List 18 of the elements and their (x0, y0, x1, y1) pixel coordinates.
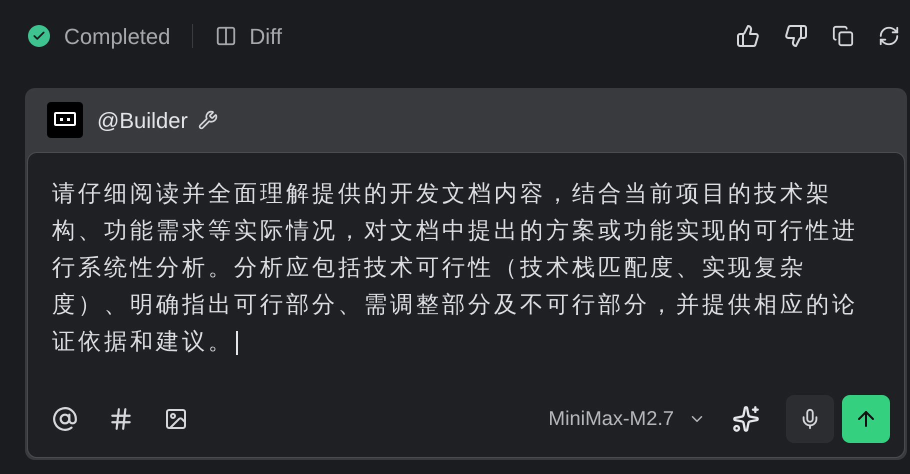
send-button[interactable] (842, 395, 890, 443)
thumbs-up-icon[interactable] (736, 24, 760, 48)
diff-button[interactable]: Diff (215, 20, 282, 52)
mic-button[interactable] (786, 395, 834, 443)
status-label: Completed (64, 22, 170, 51)
sparkle-icon[interactable] (732, 405, 760, 433)
copy-icon[interactable] (832, 25, 854, 47)
columns-icon (215, 25, 238, 47)
agent-name: @Builder (97, 106, 188, 134)
input-field[interactable]: 请仔细阅读并全面理解提供的开发文档内容，结合当前项目的技术架构、功能需求等实际情况，对文档中提出的方案或功能实现的可行性进行系统性分析。分析应包括技术可行性（技术栈匹配度、实现复杂度）、明确指出可行部分、需调整部分及不可行部分，并提供相应的论证依据和建议。 MiniMax-M2.7 (27, 152, 905, 458)
thumbs-down-icon[interactable] (784, 24, 808, 48)
tools-icon (198, 110, 218, 130)
mention-icon[interactable] (52, 406, 78, 432)
refresh-icon[interactable] (878, 25, 900, 47)
prompt-text: 请仔细阅读并全面理解提供的开发文档内容，结合当前项目的技术架构、功能需求等实际情况，对文档中提出的方案或功能实现的可行性进行系统性分析。分析应包括技术可行性（技术栈匹配度、实现复杂度）、明确指出可行部分、需调整部分及不可行部分，并提供相应的论证依据和建议。 (52, 180, 858, 354)
robot-icon (47, 102, 83, 138)
image-icon[interactable] (164, 407, 188, 431)
model-selector[interactable]: MiniMax-M2.7 (548, 404, 706, 434)
